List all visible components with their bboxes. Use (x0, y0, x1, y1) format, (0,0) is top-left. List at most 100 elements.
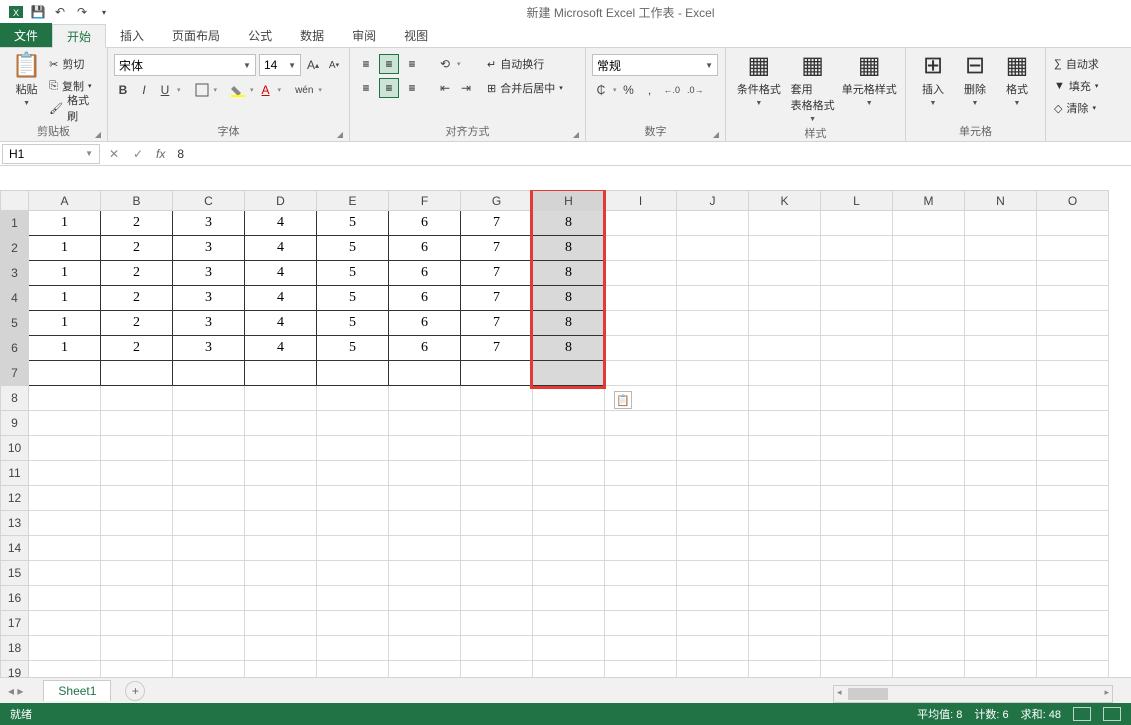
cell-E18[interactable] (317, 636, 389, 661)
phonetic-button[interactable]: wén (293, 80, 315, 100)
cell-G15[interactable] (461, 561, 533, 586)
cell-H15[interactable] (533, 561, 605, 586)
row-header-12[interactable]: 12 (1, 486, 29, 511)
cell-M15[interactable] (893, 561, 965, 586)
row-header-8[interactable]: 8 (1, 386, 29, 411)
col-header-A[interactable]: A (29, 191, 101, 211)
cell-B1[interactable]: 2 (101, 211, 173, 236)
format-table-button[interactable]: ▦套用 表格格式▼ (786, 52, 840, 123)
cell-L15[interactable] (821, 561, 893, 586)
cell-I12[interactable] (605, 486, 677, 511)
font-launcher[interactable]: ◢ (337, 130, 343, 139)
cell-B18[interactable] (101, 636, 173, 661)
row-header-19[interactable]: 19 (1, 661, 29, 678)
cell-L13[interactable] (821, 511, 893, 536)
cell-D19[interactable] (245, 661, 317, 678)
cell-N1[interactable] (965, 211, 1037, 236)
cell-B4[interactable]: 2 (101, 286, 173, 311)
cell-J16[interactable] (677, 586, 749, 611)
cell-H12[interactable] (533, 486, 605, 511)
cell-N3[interactable] (965, 261, 1037, 286)
italic-button[interactable]: I (135, 80, 153, 100)
paste-button[interactable]: 📋 粘贴 ▼ (6, 52, 47, 121)
cell-B7[interactable] (101, 361, 173, 386)
cell-G9[interactable] (461, 411, 533, 436)
cell-D14[interactable] (245, 536, 317, 561)
row-header-17[interactable]: 17 (1, 611, 29, 636)
cell-I9[interactable] (605, 411, 677, 436)
tab-file[interactable]: 文件 (0, 23, 52, 47)
fill-button[interactable]: ▼填充▾ (1052, 76, 1125, 96)
cell-K13[interactable] (749, 511, 821, 536)
cell-M12[interactable] (893, 486, 965, 511)
cell-N11[interactable] (965, 461, 1037, 486)
cell-N18[interactable] (965, 636, 1037, 661)
cell-K1[interactable] (749, 211, 821, 236)
cell-F15[interactable] (389, 561, 461, 586)
cell-M19[interactable] (893, 661, 965, 678)
delete-cells-button[interactable]: ⊟删除▼ (954, 52, 996, 121)
cell-M5[interactable] (893, 311, 965, 336)
cell-C19[interactable] (173, 661, 245, 678)
row-header-6[interactable]: 6 (1, 336, 29, 361)
cell-L5[interactable] (821, 311, 893, 336)
cell-H11[interactable] (533, 461, 605, 486)
cell-I19[interactable] (605, 661, 677, 678)
cell-C2[interactable]: 3 (173, 236, 245, 261)
clipboard-launcher[interactable]: ◢ (95, 130, 101, 139)
cell-O9[interactable] (1037, 411, 1109, 436)
tab-data[interactable]: 数据 (286, 23, 338, 47)
cell-L1[interactable] (821, 211, 893, 236)
cell-B12[interactable] (101, 486, 173, 511)
cell-A3[interactable]: 1 (29, 261, 101, 286)
cell-C17[interactable] (173, 611, 245, 636)
cell-O17[interactable] (1037, 611, 1109, 636)
cell-B14[interactable] (101, 536, 173, 561)
format-painter-button[interactable]: 🖌格式刷 (47, 98, 101, 118)
cell-F3[interactable]: 6 (389, 261, 461, 286)
row-header-15[interactable]: 15 (1, 561, 29, 586)
cell-G17[interactable] (461, 611, 533, 636)
cell-O18[interactable] (1037, 636, 1109, 661)
decrease-decimal-button[interactable]: .0→ (685, 80, 706, 100)
cell-C11[interactable] (173, 461, 245, 486)
percent-button[interactable]: % (620, 80, 638, 100)
decrease-font-button[interactable]: A▾ (325, 55, 343, 75)
cell-C5[interactable]: 3 (173, 311, 245, 336)
cell-N6[interactable] (965, 336, 1037, 361)
increase-font-button[interactable]: A▴ (304, 55, 322, 75)
cell-D11[interactable] (245, 461, 317, 486)
row-header-2[interactable]: 2 (1, 236, 29, 261)
cell-N13[interactable] (965, 511, 1037, 536)
cell-A2[interactable]: 1 (29, 236, 101, 261)
cell-J11[interactable] (677, 461, 749, 486)
tab-review[interactable]: 审阅 (338, 23, 390, 47)
cell-J7[interactable] (677, 361, 749, 386)
cell-K9[interactable] (749, 411, 821, 436)
cell-A14[interactable] (29, 536, 101, 561)
currency-button[interactable]: ₵ (592, 80, 610, 100)
cell-I16[interactable] (605, 586, 677, 611)
cell-J4[interactable] (677, 286, 749, 311)
cell-H19[interactable] (533, 661, 605, 678)
cell-G10[interactable] (461, 436, 533, 461)
orientation-button[interactable]: ⟲ (436, 54, 454, 74)
cell-A1[interactable]: 1 (29, 211, 101, 236)
cell-L4[interactable] (821, 286, 893, 311)
cell-I11[interactable] (605, 461, 677, 486)
cell-H9[interactable] (533, 411, 605, 436)
cell-L2[interactable] (821, 236, 893, 261)
sheet-tab-1[interactable]: Sheet1 (43, 680, 111, 701)
cell-E14[interactable] (317, 536, 389, 561)
row-header-9[interactable]: 9 (1, 411, 29, 436)
cell-A13[interactable] (29, 511, 101, 536)
cell-E7[interactable] (317, 361, 389, 386)
col-header-L[interactable]: L (821, 191, 893, 211)
cell-O14[interactable] (1037, 536, 1109, 561)
view-pagebreak-button[interactable] (1103, 707, 1121, 721)
cell-K18[interactable] (749, 636, 821, 661)
cell-L14[interactable] (821, 536, 893, 561)
cell-F2[interactable]: 6 (389, 236, 461, 261)
cell-F18[interactable] (389, 636, 461, 661)
cell-N5[interactable] (965, 311, 1037, 336)
